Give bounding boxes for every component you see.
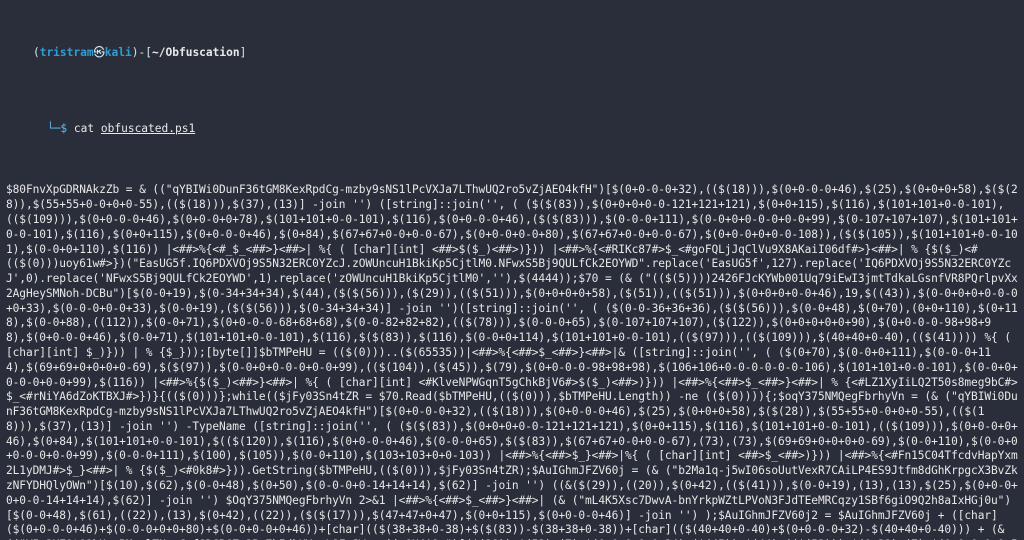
terminal-window[interactable]: (tristram㉿kali)-[~/Obfuscation] └─$ cat … (0, 0, 1024, 540)
prompt-line-1: (tristram㉿kali)-[~/Obfuscation] (6, 32, 1020, 76)
prompt-tilde: ~ (152, 46, 159, 59)
prompt-pathsep: / (159, 46, 166, 59)
bracket-close: ] (240, 46, 247, 59)
command-arg: obfuscated.ps1 (101, 122, 195, 135)
bracket-open: [ (145, 46, 152, 59)
file-output: $80FnvXpGDRNAkzZb = & (("qYBIWi0DunF36tG… (4, 183, 1020, 540)
prompt-user: tristram (40, 46, 94, 59)
prompt-char: └─$ (47, 122, 67, 135)
prompt-at: ㉿ (94, 46, 105, 59)
prompt-line-2: └─$ cat obfuscated.ps1 (6, 107, 1020, 151)
paren-open: ( (33, 46, 40, 59)
prompt-host: kali (105, 46, 132, 59)
command: cat (74, 122, 94, 135)
paren-close: ) (132, 46, 139, 59)
prompt-path: Obfuscation (166, 46, 240, 59)
